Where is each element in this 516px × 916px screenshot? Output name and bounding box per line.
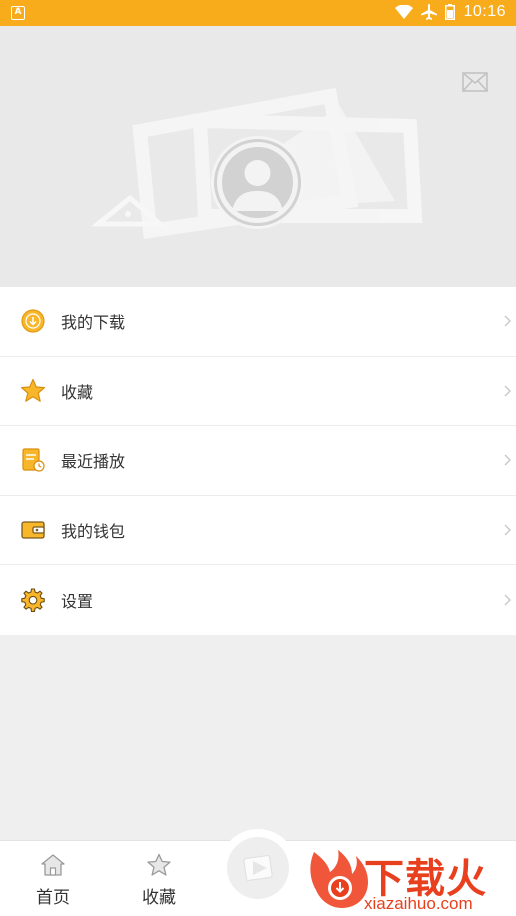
tab-center-inner [227, 837, 289, 899]
avatar[interactable] [211, 136, 304, 229]
profile-header [0, 26, 516, 287]
menu-item-label: 我的钱包 [61, 522, 126, 542]
status-bar: A 10:16 [0, 0, 516, 26]
wallet-icon [20, 517, 46, 543]
chevron-right-icon [504, 315, 511, 327]
watermark-logo: 下载火 xiazaihuo.com [300, 846, 516, 916]
tab-center-play-button[interactable] [219, 829, 297, 907]
chevron-right-icon [504, 524, 511, 536]
play-icon [243, 854, 273, 882]
menu-item-label: 最近播放 [61, 452, 126, 472]
menu-item-settings[interactable]: 设置 [0, 565, 516, 635]
watermark-url: xiazaihuo.com [364, 894, 473, 913]
download-icon [20, 308, 46, 334]
menu-item-label: 收藏 [61, 382, 94, 402]
star-icon [20, 378, 46, 404]
tab-label: 首页 [36, 888, 70, 908]
chevron-right-icon [504, 385, 511, 397]
mail-icon[interactable] [462, 72, 488, 92]
app-notification-icon: A [11, 6, 25, 20]
tab-favorites[interactable]: 收藏 [124, 853, 194, 908]
menu-item-my-downloads[interactable]: 我的下载 [0, 287, 516, 357]
menu-item-recent-play[interactable]: 最近播放 [0, 426, 516, 496]
chevron-right-icon [504, 454, 511, 466]
tab-label: 收藏 [142, 888, 176, 908]
battery-icon [445, 4, 456, 20]
menu-item-label: 我的下载 [61, 313, 126, 333]
default-avatar-icon [214, 139, 301, 226]
home-icon [41, 854, 65, 876]
tab-home[interactable]: 首页 [18, 853, 88, 908]
menu-item-my-wallet[interactable]: 我的钱包 [0, 496, 516, 566]
gear-icon [20, 587, 46, 613]
airplane-icon [421, 4, 438, 20]
chevron-right-icon [504, 594, 511, 606]
recent-play-icon [20, 447, 46, 473]
menu-item-favorites[interactable]: 收藏 [0, 357, 516, 427]
profile-menu: 我的下载 收藏 最近播放 我的钱包 设置 [0, 287, 516, 635]
status-icons: 10:16 [395, 3, 506, 21]
wifi-icon [395, 5, 414, 19]
status-time: 10:16 [463, 3, 506, 20]
star-icon [147, 853, 171, 876]
menu-item-label: 设置 [61, 592, 94, 612]
